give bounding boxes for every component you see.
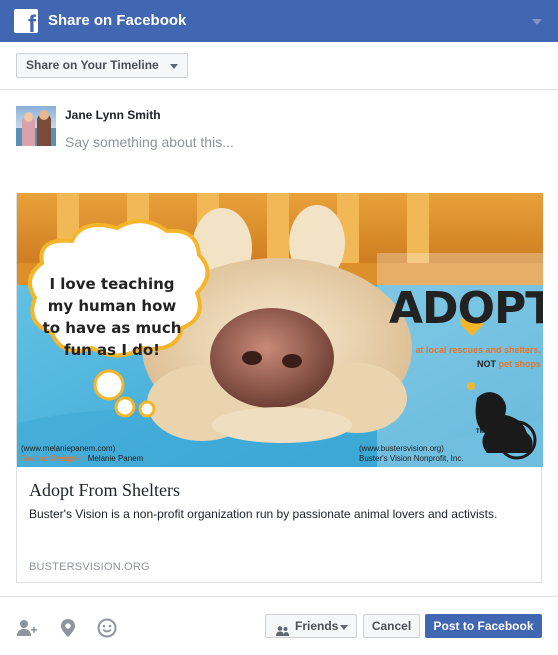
cancel-button[interactable]: Cancel — [363, 614, 420, 638]
status-input[interactable] — [65, 132, 535, 152]
post-button[interactable]: Post to Facebook — [425, 614, 542, 638]
chevron-down-icon[interactable] — [532, 19, 542, 25]
bvn-logo-text: BVN — [505, 433, 527, 444]
bv-org-name: Buster's Vision Nonprofit, Inc. — [359, 454, 464, 463]
dialog-title: Share on Facebook — [48, 12, 187, 29]
dialog-header: f Share on Facebook — [0, 0, 558, 42]
share-destination-dropdown[interactable]: Share on Your Timeline — [16, 53, 188, 78]
dropdown-arrow-icon — [169, 64, 178, 69]
feeling-smiley-icon[interactable] — [97, 618, 117, 638]
facebook-logo-letter: f — [28, 11, 36, 34]
link-preview-card[interactable]: I love teaching my human how to have as … — [16, 193, 543, 583]
privacy-label: Friends — [295, 619, 339, 633]
tag-friends-icon[interactable] — [16, 618, 37, 638]
thought-bubble-text: I love teaching my human how to have as … — [42, 275, 182, 359]
share-destination-row: Share on Your Timeline — [0, 42, 558, 90]
adopt-subtext-line2: NOT pet shops — [476, 359, 541, 369]
link-preview-description: Buster's Vision is a non-profit organiza… — [29, 507, 498, 521]
avatar[interactable] — [16, 106, 56, 146]
dropdown-arrow-icon — [340, 625, 348, 630]
facebook-logo-icon: f — [14, 9, 38, 33]
location-pin-icon[interactable] — [58, 618, 78, 638]
photo-credit-designer: Graphic Designer: Melanie Panem — [21, 454, 144, 463]
dialog-footer: Friends Cancel Post to Facebook — [0, 596, 558, 655]
friends-icon — [276, 621, 289, 636]
link-preview-title[interactable]: Adopt From Shelters — [29, 480, 180, 501]
photo-credit-site: (www.melaniepanem.com) — [21, 444, 116, 453]
adopt-heading: ADOPT — [389, 283, 543, 334]
link-preview-image[interactable]: I love teaching my human how to have as … — [17, 193, 543, 467]
link-preview-domain: BUSTERSVISION.ORG — [29, 561, 150, 573]
user-name[interactable]: Jane Lynn Smith — [65, 108, 161, 122]
privacy-dropdown[interactable]: Friends — [265, 614, 357, 638]
bv-site-text: (www.bustersvision.org) — [359, 444, 444, 453]
bvn-tm-text: TM — [476, 429, 485, 435]
share-destination-label: Share on Your Timeline — [26, 58, 159, 72]
adopt-subtext-line1: at local rescues and shelters, — [415, 345, 541, 355]
